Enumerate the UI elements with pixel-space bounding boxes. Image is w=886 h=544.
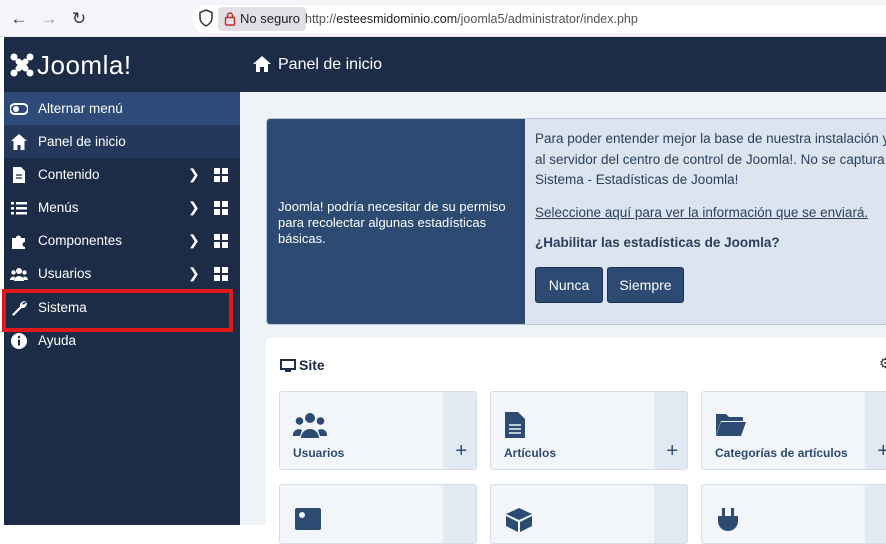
arrow-left-icon[interactable]: ← (8, 8, 30, 30)
never-button[interactable]: Nunca (535, 267, 603, 303)
quickicon-side[interactable] (654, 485, 687, 543)
joomla-logo-icon (10, 53, 34, 77)
main-content: Joomla! podría necesitar de su permiso p… (240, 92, 886, 544)
statistics-info-link[interactable]: Seleccione aquí para ver la información … (535, 205, 868, 220)
quickicon-label: Categorías de artículos (715, 446, 848, 460)
chevron-right-icon[interactable]: ❯ (188, 199, 200, 216)
quickicon-users[interactable]: Usuarios + (279, 391, 477, 470)
chevron-right-icon[interactable]: ❯ (188, 265, 200, 282)
quickicon-label: Usuarios (293, 446, 345, 460)
plus-icon: + (666, 440, 678, 462)
statistics-message: Joomla! podría necesitar de su permiso p… (266, 118, 886, 325)
sidebar-item-content[interactable]: Contenido ❯ (4, 158, 240, 191)
statistics-question: ¿Habilitar las estadísticas de Joomla? (535, 235, 780, 250)
file-icon (505, 412, 525, 438)
sidebar-item-label: Componentes (38, 233, 123, 248)
sidebar-item-label: Ayuda (38, 333, 77, 348)
browser-toolbar: ← → ↻ No seguro http://esteesmidominio.c… (0, 0, 886, 37)
quickicon-plugins[interactable] (701, 484, 886, 544)
url-path: /joomla5/administrator/index.php (457, 12, 638, 26)
brand-name: Joomla! (37, 50, 132, 80)
statistics-intro: Joomla! podría necesitar de su permiso p… (267, 119, 525, 324)
add-user-button[interactable]: + (443, 392, 476, 469)
sidebar-item-label: Usuarios (38, 266, 92, 281)
toggle-icon (10, 103, 28, 115)
plus-icon: + (877, 440, 886, 462)
quickicon-side[interactable] (865, 485, 886, 543)
arrow-right-icon[interactable]: → (38, 8, 60, 30)
sidebar-item-home[interactable]: Panel de inicio (4, 125, 240, 158)
url-text[interactable]: http://esteesmidominio.com/joomla5/admin… (305, 12, 638, 26)
dashboard-grid-icon[interactable] (214, 168, 228, 182)
home-icon (11, 134, 27, 150)
dashboard-grid-icon[interactable] (214, 201, 228, 215)
logo[interactable]: Joomla! (4, 37, 240, 92)
home-icon (253, 56, 271, 72)
statistics-line-2: al servidor del centro de control de Joo… (535, 151, 885, 167)
puzzle-icon (12, 235, 25, 249)
page-header: Panel de inicio (240, 37, 886, 92)
plus-icon: + (455, 440, 467, 462)
chevron-right-icon[interactable]: ❯ (188, 232, 200, 249)
dashboard-grid-icon[interactable] (214, 234, 228, 248)
sidebar-item-label: Alternar menú (38, 101, 123, 116)
statistics-details: Para poder entender mejor la base de nue… (535, 129, 886, 266)
cube-icon (506, 508, 532, 532)
quickicon-articles[interactable]: Artículos + (490, 391, 688, 470)
users-icon (10, 268, 28, 281)
quickicon-modules[interactable] (490, 484, 688, 544)
users-icon (293, 413, 327, 438)
page-title: Panel de inicio (278, 56, 383, 73)
highlight-annotation (2, 289, 233, 332)
add-article-button[interactable]: + (654, 392, 687, 469)
lock-icon (224, 12, 236, 26)
dashboard-grid-icon[interactable] (214, 267, 228, 281)
list-icon (11, 202, 27, 215)
sidebar-item-menus[interactable]: Menús ❯ (4, 191, 240, 224)
sidebar-item-label: Menús (38, 200, 79, 215)
reload-icon[interactable]: ↻ (68, 8, 90, 30)
plug-icon (718, 508, 738, 531)
gear-icon[interactable]: ⚙ (879, 355, 886, 372)
statistics-line-1: Para poder entender mejor la base de nue… (535, 131, 886, 146)
quickicon-article-categories[interactable]: Categorías de artículos + (701, 391, 886, 470)
quickicon-side[interactable] (443, 485, 476, 543)
chevron-right-icon[interactable]: ❯ (188, 166, 200, 183)
sidebar-item-label: Panel de inicio (38, 134, 126, 149)
file-icon (13, 167, 25, 183)
folder-icon (716, 414, 746, 436)
add-category-button[interactable]: + (865, 392, 886, 469)
monitor-icon (280, 359, 296, 372)
shield-icon[interactable] (198, 9, 214, 27)
sidebar-item-label: Contenido (38, 167, 100, 182)
url-prefix: http:// (305, 12, 337, 26)
always-button[interactable]: Siempre (607, 267, 684, 303)
image-icon (295, 508, 321, 530)
statistics-line-3: Sistema - Estadísticas de Joomla! (535, 172, 739, 187)
quickicon-media[interactable] (279, 484, 477, 544)
site-module-title: Site (280, 357, 325, 373)
sidebar-item-toggle-menu[interactable]: Alternar menú (4, 92, 240, 125)
info-icon (11, 333, 27, 349)
site-module: Site ⚙ Usuarios + Artículos + Categorías… (266, 338, 886, 544)
sidebar: Joomla! Alternar menú Panel de inicio Co… (4, 37, 240, 525)
not-secure-chip[interactable]: No seguro (218, 7, 306, 31)
sidebar-item-components[interactable]: Componentes ❯ (4, 224, 240, 257)
quickicon-label: Artículos (504, 446, 557, 460)
site-title-text: Site (299, 357, 325, 373)
sidebar-item-users[interactable]: Usuarios ❯ (4, 257, 240, 290)
not-secure-label: No seguro (240, 11, 300, 26)
url-domain: esteesmidominio.com (336, 12, 458, 26)
